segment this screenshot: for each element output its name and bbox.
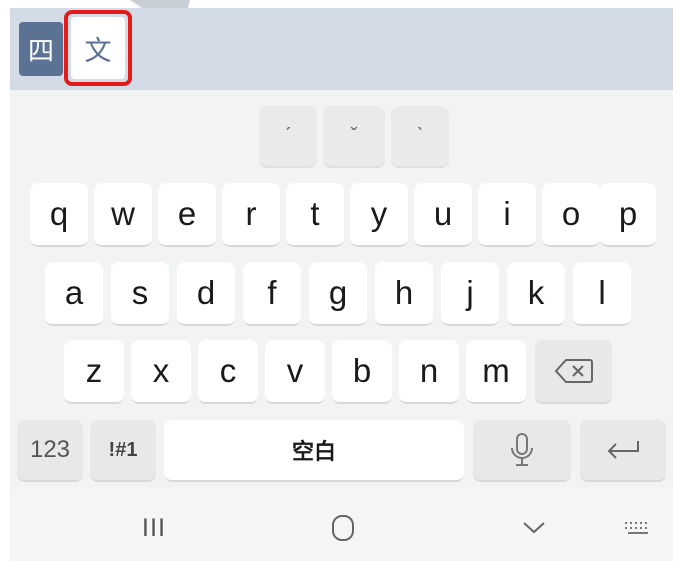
key-w[interactable]: w — [94, 183, 152, 247]
key-label: t — [310, 195, 320, 232]
back-button[interactable] — [506, 506, 562, 550]
key-r[interactable]: r — [222, 183, 280, 247]
key-label: a — [64, 274, 84, 311]
key-g[interactable]: g — [309, 262, 367, 326]
chevron-down-icon — [523, 522, 545, 534]
numbers-key[interactable]: 123 — [17, 420, 83, 482]
key-label: g — [328, 274, 348, 311]
backspace-icon — [554, 359, 593, 383]
mode-sijiao-button[interactable]: 四 — [19, 22, 63, 76]
key-label: h — [394, 274, 414, 311]
enter-icon — [607, 441, 639, 459]
key-n[interactable]: n — [399, 340, 459, 404]
key-d[interactable]: d — [177, 262, 235, 326]
mode-wen-button[interactable]: 文 — [71, 17, 125, 79]
key-q[interactable]: q — [30, 183, 88, 247]
top-strip — [0, 0, 673, 8]
keyboard-switch-button[interactable] — [616, 512, 660, 546]
key-label: s — [131, 274, 149, 311]
key-label: j — [466, 274, 474, 311]
home-button[interactable] — [315, 506, 371, 550]
key-label: l — [598, 274, 606, 311]
key-z[interactable]: z — [64, 340, 124, 404]
key-b[interactable]: b — [332, 340, 392, 404]
voice-input-key[interactable] — [473, 420, 571, 482]
tone-label-3: ˇ — [350, 123, 358, 148]
key-y[interactable]: y — [350, 183, 408, 247]
symbols-key[interactable]: !#1 — [90, 420, 156, 482]
key-e[interactable]: e — [158, 183, 216, 247]
key-a[interactable]: a — [45, 262, 103, 326]
mode-sijiao-label: 四 — [27, 36, 54, 67]
recents-icon: III — [141, 514, 167, 542]
recents-button[interactable]: III — [126, 506, 182, 550]
key-label: z — [85, 352, 103, 389]
key-label: v — [286, 352, 304, 389]
key-label: n — [419, 352, 439, 389]
backspace-key[interactable] — [535, 340, 612, 404]
key-f[interactable]: f — [243, 262, 301, 326]
key-t[interactable]: t — [286, 183, 344, 247]
microphone-icon — [511, 433, 533, 466]
key-label: o — [561, 195, 581, 232]
key-label: q — [49, 195, 69, 232]
key-h[interactable]: h — [375, 262, 433, 326]
key-i[interactable]: i — [478, 183, 536, 247]
key-v[interactable]: v — [265, 340, 325, 404]
space-label: 空白 — [291, 439, 336, 464]
key-j[interactable]: j — [441, 262, 499, 326]
key-label: r — [245, 195, 257, 232]
key-label: i — [503, 195, 511, 232]
key-label: x — [152, 352, 170, 389]
key-label: w — [111, 195, 135, 232]
tone-key-2[interactable]: ˊ — [259, 106, 317, 168]
numbers-label: 123 — [29, 436, 71, 463]
key-label: c — [219, 352, 237, 389]
enter-key[interactable] — [580, 420, 666, 482]
key-l[interactable]: l — [573, 262, 631, 326]
mode-wen-label: 文 — [84, 35, 112, 67]
key-label: e — [177, 195, 197, 232]
key-label: m — [482, 352, 510, 389]
key-label: u — [433, 195, 453, 232]
key-label: f — [267, 274, 277, 311]
key-label: d — [196, 274, 216, 311]
key-label: p — [618, 195, 638, 232]
key-label: b — [352, 352, 372, 389]
key-o[interactable]: o — [542, 183, 600, 247]
key-label: k — [527, 274, 545, 311]
key-label: y — [370, 195, 388, 232]
home-icon — [332, 515, 354, 541]
key-p[interactable]: p — [600, 183, 656, 247]
keyboard-icon — [625, 522, 648, 534]
key-x[interactable]: x — [131, 340, 191, 404]
space-key[interactable]: 空白 — [164, 420, 464, 482]
tone-label-4: ˋ — [416, 123, 424, 148]
tone-key-4[interactable]: ˋ — [391, 106, 449, 168]
key-u[interactable]: u — [414, 183, 472, 247]
tone-label-2: ˊ — [284, 123, 292, 148]
tone-key-3[interactable]: ˇ — [323, 106, 385, 168]
key-k[interactable]: k — [507, 262, 565, 326]
key-m[interactable]: m — [466, 340, 526, 404]
key-c[interactable]: c — [198, 340, 258, 404]
symbols-label: !#1 — [108, 438, 138, 461]
key-s[interactable]: s — [111, 262, 169, 326]
